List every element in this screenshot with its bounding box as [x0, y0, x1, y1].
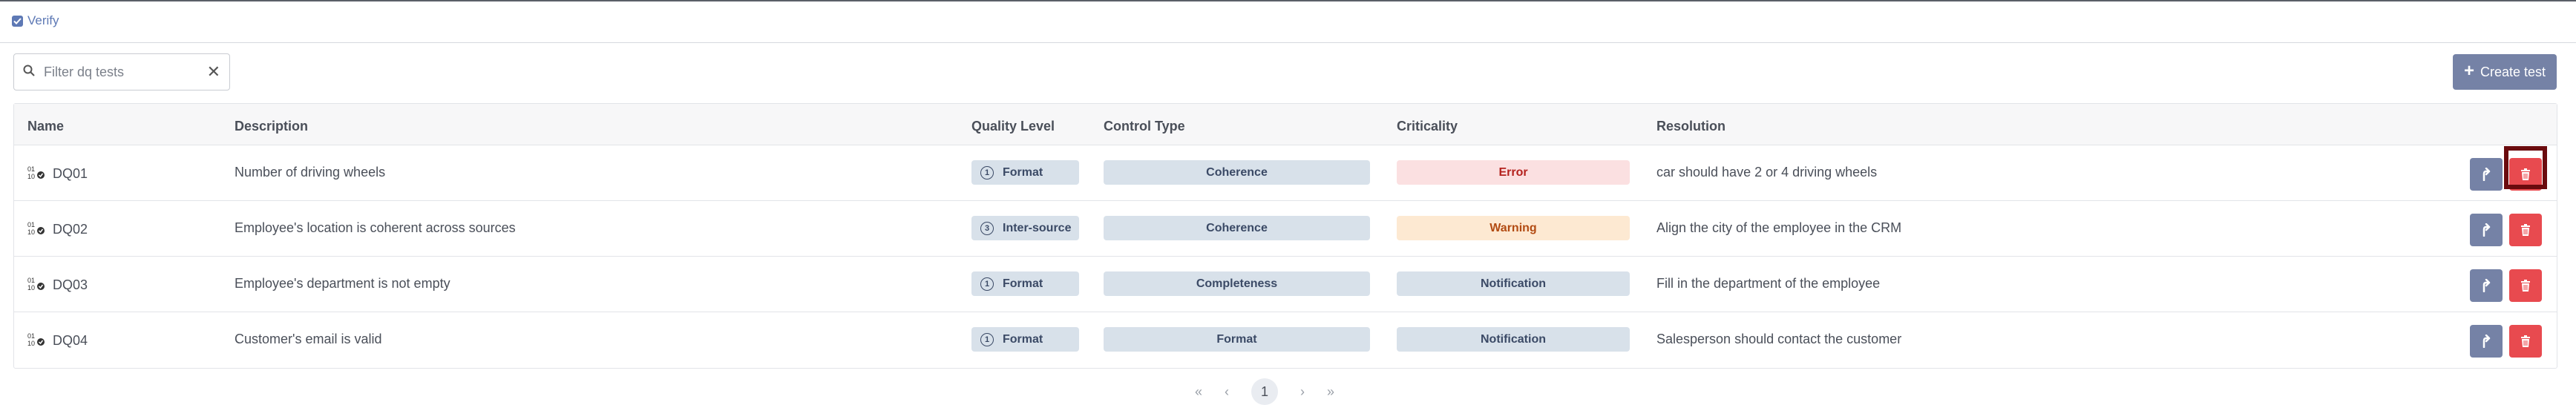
trash-icon — [2521, 168, 2530, 180]
dq-test-icon: 01 10 — [27, 220, 45, 239]
promote-button[interactable] — [2470, 158, 2503, 191]
trash-icon — [2521, 335, 2530, 347]
level-number-icon: 1 — [980, 332, 994, 346]
svg-text:10: 10 — [27, 228, 35, 235]
svg-text:01: 01 — [27, 165, 35, 173]
quality-level-label: Format — [1003, 277, 1043, 290]
test-name: DQ02 — [53, 222, 88, 237]
header-quality-level[interactable]: Quality Level — [971, 119, 1055, 134]
control-type-badge: Coherence — [1104, 216, 1370, 240]
test-name-cell: 01 10 DQ04 — [27, 332, 88, 350]
promote-button[interactable] — [2470, 325, 2503, 358]
test-description: Customer's email is valid — [235, 332, 382, 346]
test-description: Number of driving wheels — [235, 165, 386, 180]
table-row[interactable]: 01 10 DQ04 Customer's email is valid 1 Fo… — [14, 312, 2557, 368]
svg-text:10: 10 — [27, 173, 35, 180]
criticality-badge: Notification — [1397, 327, 1630, 352]
last-page-button[interactable]: » — [1327, 384, 1334, 400]
next-page-button[interactable]: › — [1300, 384, 1305, 400]
quality-level-badge: 1 Format — [971, 160, 1079, 185]
test-resolution: car should have 2 or 4 driving wheels — [1656, 165, 1878, 180]
control-type-badge: Completeness — [1104, 271, 1370, 296]
test-name-cell: 01 10 DQ02 — [27, 220, 88, 239]
test-resolution: Fill in the department of the employee — [1656, 276, 1881, 291]
table-row[interactable]: 01 10 DQ01 Number of driving wheels 1 For… — [14, 145, 2557, 201]
dq-test-icon: 01 10 — [27, 332, 45, 350]
search-input[interactable]: Filter dq tests ✕ — [13, 53, 230, 90]
quality-level-label: Format — [1003, 332, 1043, 346]
create-test-button[interactable]: + Create test — [2453, 54, 2557, 90]
arrow-up-icon — [2482, 335, 2491, 348]
page-1-button[interactable]: 1 — [1251, 378, 1279, 405]
svg-text:01: 01 — [27, 277, 35, 284]
criticality-badge: Notification — [1397, 271, 1630, 296]
search-placeholder[interactable]: Filter dq tests — [44, 65, 207, 80]
quality-level-label: Format — [1003, 165, 1043, 179]
table-row[interactable]: 01 10 DQ03 Employee's department is not e… — [14, 257, 2557, 312]
test-name: DQ01 — [53, 166, 88, 181]
level-number-icon: 1 — [980, 277, 994, 291]
header-resolution[interactable]: Resolution — [1656, 119, 1725, 134]
svg-text:01: 01 — [27, 221, 35, 228]
prev-page-button[interactable]: ‹ — [1225, 384, 1229, 400]
verify-toggle[interactable]: Verify — [12, 13, 59, 28]
criticality-badge: Warning — [1397, 216, 1630, 240]
promote-button[interactable] — [2470, 269, 2503, 302]
level-number-icon: 3 — [980, 221, 994, 235]
verify-label: Verify — [27, 13, 59, 27]
quality-level-label: Inter-source — [1003, 221, 1072, 234]
delete-button[interactable] — [2509, 325, 2542, 358]
verify-bar: Verify — [0, 1, 2576, 43]
control-type-badge: Format — [1104, 327, 1370, 352]
dq-test-icon: 01 10 — [27, 165, 45, 183]
create-test-label: Create test — [2480, 64, 2546, 79]
arrow-up-icon — [2482, 168, 2491, 181]
header-description[interactable]: Description — [235, 119, 308, 134]
test-name: DQ03 — [53, 277, 88, 292]
trash-icon — [2521, 224, 2530, 236]
header-criticality[interactable]: Criticality — [1397, 119, 1458, 134]
arrow-up-icon — [2482, 223, 2491, 237]
test-name: DQ04 — [53, 333, 88, 348]
quality-level-badge: 3 Inter-source — [971, 216, 1079, 240]
checkbox-icon[interactable] — [12, 15, 23, 27]
header-control-type[interactable]: Control Type — [1104, 119, 1185, 134]
quality-level-badge: 1 Format — [971, 271, 1079, 296]
dq-test-icon: 01 10 — [27, 276, 45, 294]
plus-icon: + — [2463, 61, 2474, 81]
table-header: Name Description Quality Level Control T… — [14, 104, 2557, 145]
criticality-badge: Error — [1397, 160, 1630, 185]
arrow-up-icon — [2482, 279, 2491, 292]
test-resolution: Align the city of the employee in the CR… — [1656, 220, 1902, 235]
test-name-cell: 01 10 DQ01 — [27, 165, 88, 183]
svg-text:10: 10 — [27, 284, 35, 291]
test-description: Employee's location is coherent across s… — [235, 220, 516, 235]
promote-button[interactable] — [2470, 214, 2503, 246]
pagination: « ‹ 1 › » — [1195, 378, 1334, 405]
test-description: Employee's department is not empty — [235, 276, 450, 291]
delete-button[interactable] — [2509, 214, 2542, 246]
delete-button[interactable] — [2509, 269, 2542, 302]
search-icon — [23, 65, 35, 80]
level-number-icon: 1 — [980, 165, 994, 180]
control-type-badge: Coherence — [1104, 160, 1370, 185]
header-name[interactable]: Name — [27, 119, 64, 134]
delete-button[interactable] — [2509, 158, 2542, 191]
first-page-button[interactable]: « — [1195, 384, 1202, 400]
dq-tests-table: Name Description Quality Level Control T… — [13, 103, 2557, 369]
test-resolution: Salesperson should contact the customer — [1656, 332, 1902, 346]
test-name-cell: 01 10 DQ03 — [27, 276, 88, 294]
svg-text:10: 10 — [27, 340, 35, 346]
quality-level-badge: 1 Format — [971, 327, 1079, 352]
clear-icon[interactable]: ✕ — [207, 62, 220, 82]
trash-icon — [2521, 280, 2530, 292]
svg-text:01: 01 — [27, 332, 35, 340]
table-row[interactable]: 01 10 DQ02 Employee's location is coheren… — [14, 201, 2557, 257]
